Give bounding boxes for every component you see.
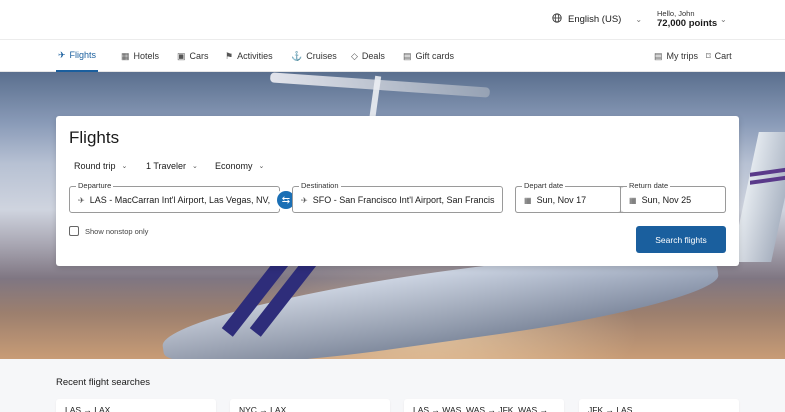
chevron-down-icon: ⌄	[258, 163, 265, 170]
calendar-icon: ▦	[629, 195, 637, 205]
destination-label: Destination	[299, 181, 341, 190]
tag-icon: ◇	[351, 50, 358, 61]
depart-date-value: Sun, Nov 17	[536, 195, 587, 205]
plane-takeoff-icon: ✈	[78, 195, 85, 205]
chevron-down-icon: ⌄	[121, 163, 128, 170]
plane-icon: ✈	[58, 49, 66, 60]
return-date-value: Sun, Nov 25	[641, 195, 692, 205]
calendar-icon: ▦	[524, 195, 532, 205]
search-title: Flights	[69, 128, 120, 147]
nonstop-label: Show nonstop only	[85, 226, 149, 236]
nav-item-gift-cards[interactable]: ▤ Gift cards	[403, 40, 454, 72]
plane-landing-icon: ✈	[301, 195, 308, 205]
nonstop-checkbox[interactable]: Show nonstop only	[69, 226, 148, 236]
trip-type-value: Round trip	[74, 161, 116, 171]
my-trips-label: My trips	[666, 51, 699, 61]
hotel-icon: ▦	[121, 50, 130, 61]
recent-search-card[interactable]: JFK → LAS	[579, 399, 739, 412]
ship-icon: ⚓	[291, 50, 303, 61]
nav-item-cars[interactable]: ▣ Cars	[177, 40, 209, 72]
account-menu[interactable]: Hello, John 72,000 points	[657, 9, 718, 30]
return-date-label: Return date	[627, 181, 671, 190]
nav-item-label: Gift cards	[415, 51, 455, 61]
nav-item-label: Activities	[237, 51, 273, 61]
depart-date-field[interactable]: Depart date ▦ Sun, Nov 17	[515, 181, 621, 213]
gift-card-icon: ▤	[403, 50, 412, 61]
departure-field[interactable]: Departure ✈ LAS - MacCarran Int'l Airpor…	[69, 181, 280, 213]
top-bar: English (US) ⌄ Hello, John 72,000 points…	[0, 0, 785, 40]
travelers-value: 1 Traveler	[146, 161, 187, 171]
nav-item-activities[interactable]: ⚑ Activities	[225, 40, 273, 72]
nav-item-flights[interactable]: ✈ Flights	[56, 40, 99, 72]
chevron-down-icon: ⌄	[635, 15, 643, 24]
checkbox-box[interactable]	[69, 226, 79, 236]
departure-value: LAS - MacCarran Int'l Airport, Las Vegas…	[89, 195, 270, 205]
globe-icon	[552, 13, 562, 26]
cabin-select[interactable]: Economy ⌄	[215, 161, 264, 171]
nav-item-label: Cruises	[306, 51, 337, 61]
return-date-field[interactable]: Return date ▦ Sun, Nov 25	[621, 181, 726, 213]
recent-searches-section: Recent flight searches LAS → LAX NYC → L…	[0, 359, 785, 412]
cart-label: Cart	[714, 51, 732, 61]
destination-value: SFO - San Francisco Int'l Airport, San F…	[312, 195, 495, 205]
nav-item-label: Cars	[189, 51, 209, 61]
main-nav: ✈ Flights ▦ Hotels ▣ Cars ⚑ Activities ⚓…	[0, 40, 785, 72]
trip-type-select[interactable]: Round trip ⌄	[74, 161, 127, 171]
my-trips-link[interactable]: ▤ My trips	[654, 40, 698, 72]
suitcase-icon: ▤	[654, 50, 663, 61]
cart-link[interactable]: ⌑ Cart	[706, 40, 732, 72]
travelers-select[interactable]: 1 Traveler ⌄	[146, 161, 198, 171]
recent-search-card[interactable]: LAS → LAX	[56, 399, 216, 412]
recent-search-card[interactable]: NYC → LAX	[230, 399, 390, 412]
departure-label: Departure	[76, 181, 114, 190]
language-label: English (US)	[568, 14, 622, 25]
flag-icon: ⚑	[225, 50, 234, 61]
cabin-value: Economy	[215, 161, 253, 171]
depart-date-label: Depart date	[522, 181, 566, 190]
chevron-down-icon: ⌄	[192, 163, 198, 170]
recent-searches-title: Recent flight searches	[56, 377, 150, 388]
hero-decoration	[731, 132, 785, 262]
destination-field[interactable]: Destination ✈ SFO - San Francisco Int'l …	[292, 181, 503, 213]
flight-search-card: Flights Round trip ⌄ 1 Traveler ⌄ Econom…	[56, 116, 739, 266]
recent-search-card[interactable]: LAS → WAS, WAS → JFK, WAS →	[404, 399, 564, 412]
nav-item-deals[interactable]: ◇ Deals	[351, 40, 385, 72]
search-flights-button[interactable]: Search flights	[636, 226, 726, 253]
nav-item-label: Deals	[361, 51, 385, 61]
swap-icon: ⇆	[281, 194, 291, 206]
nav-item-cruises[interactable]: ⚓ Cruises	[291, 40, 337, 72]
language-selector[interactable]: English (US) ⌄	[552, 13, 642, 26]
nav-item-label: Hotels	[133, 51, 160, 61]
car-icon: ▣	[177, 50, 186, 61]
nav-item-hotels[interactable]: ▦ Hotels	[121, 40, 159, 72]
account-points: 72,000 points	[657, 17, 718, 29]
cart-icon: ⌑	[706, 50, 711, 61]
nav-item-label: Flights	[69, 50, 97, 60]
chevron-down-icon[interactable]: ⌄	[720, 15, 727, 24]
